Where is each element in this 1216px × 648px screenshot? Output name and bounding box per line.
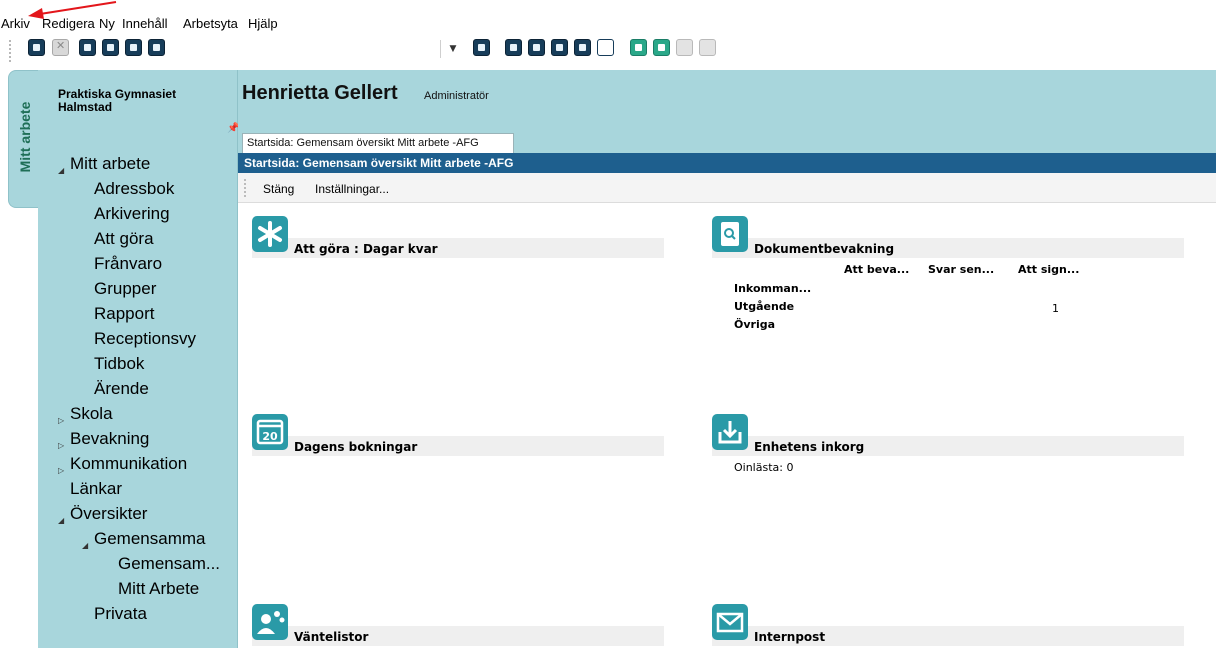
widget-title[interactable]: Internpost	[754, 630, 825, 644]
cell-value[interactable]: 1	[1052, 302, 1059, 315]
header: Henrietta Gellert Administratör Startsid…	[238, 70, 1216, 153]
refresh-icon[interactable]	[473, 39, 490, 56]
calendar-icon[interactable]: 20	[252, 414, 288, 450]
column-header[interactable]: Att beva...	[844, 263, 909, 276]
group-icon[interactable]	[252, 604, 288, 640]
mail-icon[interactable]	[630, 39, 647, 56]
widget-title[interactable]: Att göra : Dagar kvar	[294, 242, 438, 256]
nav-item-kommunikation[interactable]: Kommunikation	[70, 454, 187, 474]
collapsed-arrow-icon[interactable]: ▷	[58, 466, 64, 475]
download-tray-icon[interactable]	[712, 414, 748, 450]
asterisk-icon[interactable]	[252, 216, 288, 252]
app-window: { "menu": ["Arkiv", "Redigera", "Ny", "I…	[0, 0, 1216, 648]
nav-item-oversikter[interactable]: Översikter	[70, 504, 147, 524]
nav-item-rapport[interactable]: Rapport	[94, 304, 154, 324]
nav-item-bevakning[interactable]: Bevakning	[70, 429, 149, 449]
mail-icon[interactable]	[712, 604, 748, 640]
paste-icon[interactable]	[102, 39, 119, 56]
widget-vantelistor: Väntelistor	[252, 604, 664, 648]
nav-item-grupper[interactable]: Grupper	[94, 279, 156, 299]
row-label[interactable]: Övriga	[734, 318, 775, 331]
widget-title[interactable]: Dokumentbevakning	[754, 242, 894, 256]
widget-enhetens-inkorg: Enhetens inkorg Oinlästa: 0	[712, 414, 1184, 484]
nav-item-att-gora[interactable]: Att göra	[94, 229, 154, 249]
nav-item-mitt-arbete[interactable]: Mitt arbete	[70, 154, 150, 174]
nav-item-franvaro[interactable]: Frånvaro	[94, 254, 162, 274]
toolbar-grip[interactable]	[9, 40, 13, 62]
collapsed-arrow-icon[interactable]: ▷	[58, 441, 64, 450]
menu-innehall[interactable]: Innehåll	[122, 16, 168, 31]
widget-title[interactable]: Enhetens inkorg	[754, 440, 864, 454]
column-header[interactable]: Svar sen...	[928, 263, 994, 276]
annotation-arrow	[28, 1, 117, 19]
expanded-arrow-icon[interactable]: ◢	[82, 541, 88, 550]
nav-item-adressbok[interactable]: Adressbok	[94, 179, 174, 199]
asterisk-icon[interactable]	[653, 39, 670, 56]
toolbar-separator	[440, 40, 441, 58]
row-label[interactable]: Inkomman...	[734, 282, 811, 295]
nav-item-lankar[interactable]: Länkar	[70, 479, 122, 499]
page-icon[interactable]	[125, 39, 142, 56]
row-label[interactable]: Utgående	[734, 300, 794, 313]
column-header[interactable]: Att sign...	[1018, 263, 1079, 276]
layout-rows-icon[interactable]	[551, 39, 568, 56]
menu-arbetsyta[interactable]: Arbetsyta	[183, 16, 238, 31]
chevron-down-icon[interactable]: ▼	[446, 41, 460, 57]
close-document-icon[interactable]	[52, 39, 69, 56]
settings-button[interactable]: Inställningar...	[315, 182, 389, 196]
nav-item-arkivering[interactable]: Arkivering	[94, 204, 170, 224]
widget-att-gora: Att göra : Dagar kvar	[252, 216, 664, 276]
organization-name: Praktiska Gymnasiet Halmstad	[58, 87, 177, 114]
menu-bar: Arkiv Redigera Ny Innehåll Arbetsyta Hjä…	[0, 0, 1216, 32]
unread-count: Oinlästa: 0	[734, 461, 794, 474]
tab-mitt-arbete[interactable]: Mitt arbete	[8, 70, 40, 208]
nav-item-privata[interactable]: Privata	[94, 604, 147, 624]
collapsed-arrow-icon[interactable]: ▷	[58, 416, 64, 425]
group-icon[interactable]	[676, 39, 693, 56]
layout-grid-icon[interactable]	[505, 39, 522, 56]
close-button[interactable]: Stäng	[263, 182, 294, 196]
nav-item-mitt-arbete-overview[interactable]: Mitt Arbete	[118, 579, 199, 599]
tab-mitt-arbete-label: Mitt arbete	[17, 101, 33, 173]
layout-columns-icon[interactable]	[528, 39, 545, 56]
copy-icon[interactable]	[79, 39, 96, 56]
toolbar: ▼	[0, 32, 1216, 68]
dashboard: Att göra : Dagar kvar Dokumentbevakning …	[238, 204, 1216, 648]
navigation-panel: Praktiska Gymnasiet Halmstad 📌 ◢ Mitt ar…	[38, 70, 239, 648]
nav-item-gemensam[interactable]: Gemensam...	[118, 554, 220, 574]
nav-item-skola[interactable]: Skola	[70, 404, 113, 424]
command-bar: Stäng Inställningar...	[238, 173, 1216, 203]
widget-title[interactable]: Dagens bokningar	[294, 440, 417, 454]
page-title: Startsida: Gemensam översikt Mitt arbete…	[238, 153, 1216, 173]
layout-single-icon[interactable]	[597, 39, 614, 56]
widget-internpost: Internpost	[712, 604, 1184, 648]
command-bar-grip	[244, 179, 247, 197]
user-role: Administratör	[424, 90, 489, 102]
tab-startsida[interactable]: Startsida: Gemensam översikt Mitt arbete…	[242, 133, 514, 153]
menu-hjalp[interactable]: Hjälp	[248, 16, 278, 31]
user-name: Henrietta Gellert	[242, 82, 398, 104]
widget-dokumentbevakning: Dokumentbevakning Att beva... Svar sen..…	[712, 216, 1184, 346]
document-search-icon[interactable]	[712, 216, 748, 252]
nav-item-gemensamma[interactable]: Gemensamma	[94, 529, 205, 549]
widget-dagens-bokningar: 20 Dagens bokningar	[252, 414, 664, 474]
expanded-arrow-icon[interactable]: ◢	[58, 166, 64, 175]
nav-item-arende[interactable]: Ärende	[94, 379, 149, 399]
nav-item-receptionsvy[interactable]: Receptionsvy	[94, 329, 196, 349]
nav-item-tidbok[interactable]: Tidbok	[94, 354, 144, 374]
widget-title[interactable]: Väntelistor	[294, 630, 368, 644]
print-icon[interactable]	[148, 39, 165, 56]
calendar-day: 20	[262, 430, 278, 443]
layout-rows-icon[interactable]	[574, 39, 591, 56]
expanded-arrow-icon[interactable]: ◢	[58, 516, 64, 525]
search-icon[interactable]	[28, 39, 45, 56]
calendar-icon[interactable]	[699, 39, 716, 56]
